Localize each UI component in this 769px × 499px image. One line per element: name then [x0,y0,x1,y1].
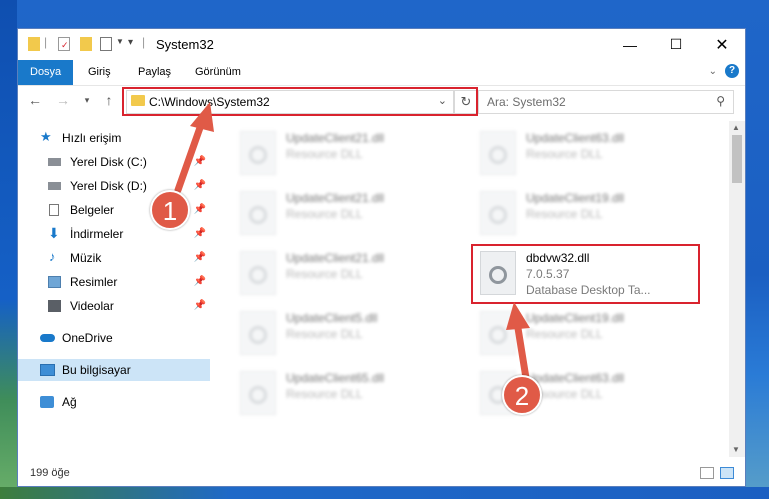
annotation-arrows [174,102,530,382]
arrow-1 [174,102,214,194]
step-badge-1: 1 [150,190,190,230]
arrow-2 [506,302,530,382]
step-badge-2: 2 [502,375,542,415]
